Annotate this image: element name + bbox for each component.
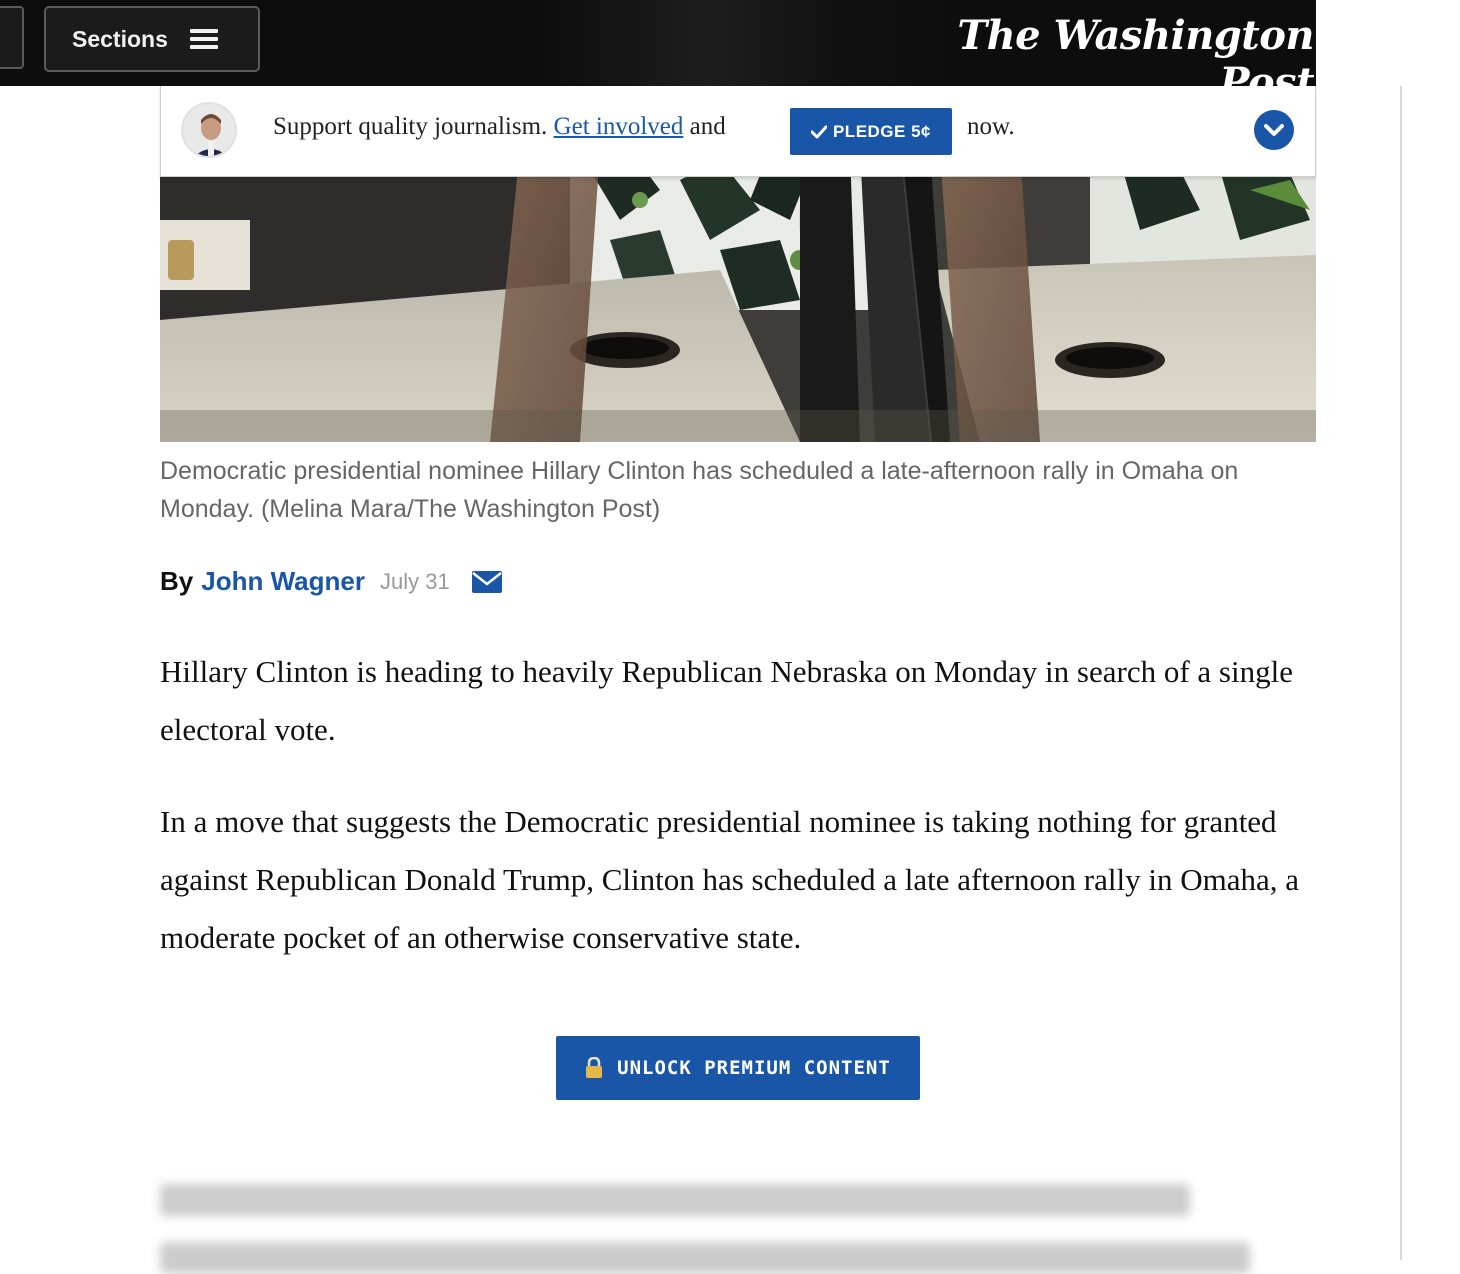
sections-menu-button[interactable]: Sections <box>44 6 260 72</box>
hamburger-icon <box>189 27 220 51</box>
article-paragraph: In a move that suggests the Democratic p… <box>160 804 1299 955</box>
support-message: Support quality journalism. Get involved… <box>273 113 726 141</box>
sections-label: Sections <box>72 25 168 52</box>
photo-illustration <box>160 150 1316 442</box>
email-icon[interactable] <box>471 570 502 593</box>
unlock-premium-button[interactable]: UNLOCK PREMIUM CONTENT <box>556 1036 920 1100</box>
washington-post-logo[interactable]: The Washington Post <box>914 12 1316 86</box>
article-photo <box>160 150 1316 442</box>
get-involved-link[interactable]: Get involved <box>554 113 684 140</box>
chevron-down-icon <box>1264 124 1284 136</box>
checkmark-icon <box>810 125 827 138</box>
by-label: By <box>160 566 194 596</box>
blurred-paywall-text <box>160 1172 1320 1274</box>
article-body: Hillary Clinton is heading to heavily Re… <box>160 643 1320 1001</box>
avatar-image <box>183 104 235 156</box>
unlock-label: UNLOCK PREMIUM CONTENT <box>617 1057 891 1079</box>
top-navigation-bar: Sections The Washington Post <box>0 0 1316 86</box>
pledge-button[interactable]: PLEDGE 5¢ <box>790 108 952 155</box>
page-edge-divider <box>1400 86 1402 1260</box>
support-text-before: Support quality journalism. <box>273 113 554 140</box>
support-journalism-banner: Support quality journalism. Get involved… <box>160 86 1316 177</box>
support-text-after: and <box>683 113 726 140</box>
pledge-label: PLEDGE 5¢ <box>832 121 932 141</box>
photo-caption: Democratic presidential nominee Hillary … <box>160 457 1239 523</box>
author-avatar <box>181 102 237 158</box>
nav-side-button[interactable] <box>0 6 24 69</box>
publish-date: July 31 <box>379 568 450 594</box>
support-text-end: now. <box>967 113 1015 140</box>
article-paragraph: Hillary Clinton is heading to heavily Re… <box>160 654 1293 747</box>
author-link[interactable]: John Wagner <box>201 566 365 597</box>
lock-icon <box>586 1057 603 1078</box>
nav-background-image <box>540 0 960 86</box>
expand-banner-button[interactable] <box>1254 110 1294 150</box>
byline: By John Wagner July 31 <box>160 566 502 597</box>
